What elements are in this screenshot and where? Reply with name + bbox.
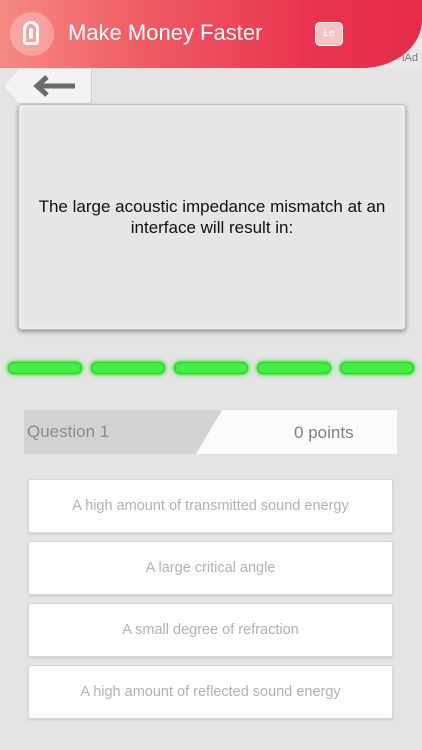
answer-option-2[interactable]: A large critical angle [28,541,393,595]
progress-segment [91,362,165,374]
answer-option-4[interactable]: A high amount of reflected sound energy [28,665,393,719]
answer-option-3[interactable]: A small degree of refraction [28,603,393,657]
back-button[interactable] [4,69,92,104]
ad-cta-button[interactable]: Le [315,22,343,46]
touch-icon [23,21,39,45]
question-number: Question 1 [27,422,110,441]
ad-title[interactable]: Make Money Faster [68,20,262,46]
points-panel: 0 points [196,410,397,454]
ad-banner[interactable]: Make Money Faster Le iAd [0,0,422,68]
question-status-bar: Question 1 0 points [24,410,397,454]
question-card: The large acoustic impedance mismatch at… [18,104,406,330]
progress-segment [257,362,331,374]
points-unit: points [308,423,354,442]
progress-indicator [8,362,416,376]
progress-segment [174,362,248,374]
back-arrow-icon [33,75,75,97]
question-text: The large acoustic impedance mismatch at… [38,197,386,237]
progress-segment [340,362,414,374]
points-display: 0 points [294,423,354,443]
ad-provider-label: iAd [402,52,418,64]
question-number-panel: Question 1 [24,410,224,454]
progress-segment [8,362,82,374]
points-value: 0 [294,423,304,442]
answer-option-1[interactable]: A high amount of transmitted sound energ… [28,479,393,533]
ad-app-icon[interactable] [10,12,54,56]
